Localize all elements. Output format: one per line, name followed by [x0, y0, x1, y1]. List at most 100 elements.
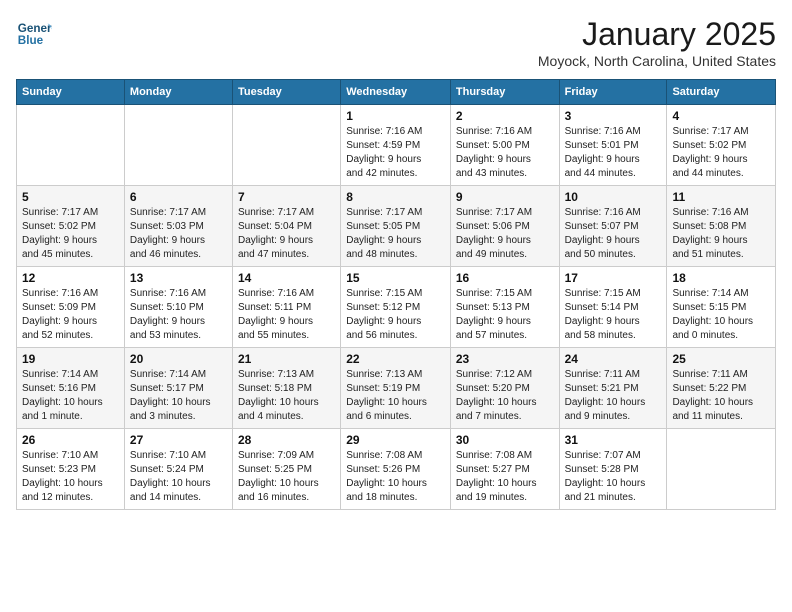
day-info: Sunrise: 7:13 AM Sunset: 5:18 PM Dayligh…: [238, 368, 335, 424]
day-info: Sunrise: 7:17 AM Sunset: 5:02 PM Dayligh…: [672, 125, 770, 181]
day-info: Sunrise: 7:10 AM Sunset: 5:23 PM Dayligh…: [22, 449, 119, 505]
day-number: 15: [346, 271, 445, 285]
day-info: Sunrise: 7:16 AM Sunset: 5:07 PM Dayligh…: [565, 206, 662, 262]
day-info: Sunrise: 7:09 AM Sunset: 5:25 PM Dayligh…: [238, 449, 335, 505]
calendar-cell: 11Sunrise: 7:16 AM Sunset: 5:08 PM Dayli…: [667, 186, 776, 267]
day-number: 14: [238, 271, 335, 285]
calendar-cell: 12Sunrise: 7:16 AM Sunset: 5:09 PM Dayli…: [17, 267, 125, 348]
svg-text:Blue: Blue: [18, 34, 44, 47]
day-info: Sunrise: 7:17 AM Sunset: 5:03 PM Dayligh…: [130, 206, 227, 262]
logo-icon: General Blue: [16, 16, 52, 52]
day-info: Sunrise: 7:17 AM Sunset: 5:04 PM Dayligh…: [238, 206, 335, 262]
day-header-saturday: Saturday: [667, 80, 776, 105]
day-info: Sunrise: 7:10 AM Sunset: 5:24 PM Dayligh…: [130, 449, 227, 505]
day-info: Sunrise: 7:16 AM Sunset: 4:59 PM Dayligh…: [346, 125, 445, 181]
day-number: 3: [565, 109, 662, 123]
day-number: 13: [130, 271, 227, 285]
day-info: Sunrise: 7:16 AM Sunset: 5:09 PM Dayligh…: [22, 287, 119, 343]
day-number: 22: [346, 352, 445, 366]
calendar-cell: [667, 429, 776, 510]
calendar-week-3: 12Sunrise: 7:16 AM Sunset: 5:09 PM Dayli…: [17, 267, 776, 348]
day-number: 30: [456, 433, 554, 447]
day-header-tuesday: Tuesday: [232, 80, 340, 105]
day-number: 4: [672, 109, 770, 123]
day-info: Sunrise: 7:16 AM Sunset: 5:00 PM Dayligh…: [456, 125, 554, 181]
calendar-cell: 29 Sunrise: 7:08 AM Sunset: 5:26 PM Dayli…: [341, 429, 451, 510]
day-number: 1: [346, 109, 445, 123]
calendar-cell: 20 Sunrise: 7:14 AM Sunset: 5:17 PM Dayli…: [124, 348, 232, 429]
calendar-cell: [124, 105, 232, 186]
title-block: January 2025 Moyock, North Carolina, Uni…: [538, 16, 776, 69]
day-number: 5: [22, 190, 119, 204]
calendar-cell: 16 Sunrise: 7:15 AM Sunset: 5:13 PM Dayli…: [450, 267, 559, 348]
day-info: Sunrise: 7:16 AM Sunset: 5:11 PM Dayligh…: [238, 287, 335, 343]
calendar-cell: 9 Sunrise: 7:17 AM Sunset: 5:06 PM Daylig…: [450, 186, 559, 267]
calendar-cell: 24 Sunrise: 7:11 AM Sunset: 5:21 PM Dayli…: [559, 348, 667, 429]
calendar-cell: 14 Sunrise: 7:16 AM Sunset: 5:11 PM Dayli…: [232, 267, 340, 348]
calendar-cell: 23 Sunrise: 7:12 AM Sunset: 5:20 PM Dayli…: [450, 348, 559, 429]
day-number: 9: [456, 190, 554, 204]
day-number: 2: [456, 109, 554, 123]
day-number: 23: [456, 352, 554, 366]
day-number: 27: [130, 433, 227, 447]
page-header: General Blue January 2025 Moyock, North …: [16, 16, 776, 69]
day-info: Sunrise: 7:12 AM Sunset: 5:20 PM Dayligh…: [456, 368, 554, 424]
calendar-cell: 28Sunrise: 7:09 AM Sunset: 5:25 PM Dayli…: [232, 429, 340, 510]
calendar-cell: 21Sunrise: 7:13 AM Sunset: 5:18 PM Dayli…: [232, 348, 340, 429]
day-number: 16: [456, 271, 554, 285]
day-header-friday: Friday: [559, 80, 667, 105]
day-info: Sunrise: 7:15 AM Sunset: 5:13 PM Dayligh…: [456, 287, 554, 343]
day-number: 18: [672, 271, 770, 285]
day-number: 24: [565, 352, 662, 366]
calendar-cell: 2 Sunrise: 7:16 AM Sunset: 5:00 PM Daylig…: [450, 105, 559, 186]
calendar-cell: 25 Sunrise: 7:11 AM Sunset: 5:22 PM Dayli…: [667, 348, 776, 429]
day-header-thursday: Thursday: [450, 80, 559, 105]
calendar-week-4: 19 Sunrise: 7:14 AM Sunset: 5:16 PM Dayli…: [17, 348, 776, 429]
day-header-monday: Monday: [124, 80, 232, 105]
day-number: 29: [346, 433, 445, 447]
day-info: Sunrise: 7:17 AM Sunset: 5:06 PM Dayligh…: [456, 206, 554, 262]
calendar-subtitle: Moyock, North Carolina, United States: [538, 53, 776, 69]
day-info: Sunrise: 7:16 AM Sunset: 5:08 PM Dayligh…: [672, 206, 770, 262]
day-number: 8: [346, 190, 445, 204]
day-info: Sunrise: 7:13 AM Sunset: 5:19 PM Dayligh…: [346, 368, 445, 424]
calendar-cell: [17, 105, 125, 186]
calendar-cell: 19 Sunrise: 7:14 AM Sunset: 5:16 PM Dayli…: [17, 348, 125, 429]
calendar-cell: 13 Sunrise: 7:16 AM Sunset: 5:10 PM Dayli…: [124, 267, 232, 348]
day-number: 25: [672, 352, 770, 366]
calendar-cell: [232, 105, 340, 186]
day-number: 17: [565, 271, 662, 285]
calendar-cell: 5 Sunrise: 7:17 AM Sunset: 5:02 PM Daylig…: [17, 186, 125, 267]
day-info: Sunrise: 7:17 AM Sunset: 5:02 PM Dayligh…: [22, 206, 119, 262]
calendar-cell: 30 Sunrise: 7:08 AM Sunset: 5:27 PM Dayli…: [450, 429, 559, 510]
calendar-cell: 8 Sunrise: 7:17 AM Sunset: 5:05 PM Daylig…: [341, 186, 451, 267]
day-number: 19: [22, 352, 119, 366]
day-info: Sunrise: 7:14 AM Sunset: 5:17 PM Dayligh…: [130, 368, 227, 424]
day-number: 10: [565, 190, 662, 204]
day-info: Sunrise: 7:14 AM Sunset: 5:15 PM Dayligh…: [672, 287, 770, 343]
day-info: Sunrise: 7:16 AM Sunset: 5:10 PM Dayligh…: [130, 287, 227, 343]
day-number: 20: [130, 352, 227, 366]
day-number: 7: [238, 190, 335, 204]
day-header-sunday: Sunday: [17, 80, 125, 105]
calendar-cell: 6Sunrise: 7:17 AM Sunset: 5:03 PM Daylig…: [124, 186, 232, 267]
day-info: Sunrise: 7:15 AM Sunset: 5:12 PM Dayligh…: [346, 287, 445, 343]
day-number: 31: [565, 433, 662, 447]
calendar-cell: 3Sunrise: 7:16 AM Sunset: 5:01 PM Daylig…: [559, 105, 667, 186]
calendar-cell: 15 Sunrise: 7:15 AM Sunset: 5:12 PM Dayli…: [341, 267, 451, 348]
day-header-wednesday: Wednesday: [341, 80, 451, 105]
calendar-cell: 27 Sunrise: 7:10 AM Sunset: 5:24 PM Dayli…: [124, 429, 232, 510]
day-info: Sunrise: 7:17 AM Sunset: 5:05 PM Dayligh…: [346, 206, 445, 262]
calendar-cell: 4 Sunrise: 7:17 AM Sunset: 5:02 PM Daylig…: [667, 105, 776, 186]
calendar-week-2: 5 Sunrise: 7:17 AM Sunset: 5:02 PM Daylig…: [17, 186, 776, 267]
day-info: Sunrise: 7:08 AM Sunset: 5:26 PM Dayligh…: [346, 449, 445, 505]
day-info: Sunrise: 7:14 AM Sunset: 5:16 PM Dayligh…: [22, 368, 119, 424]
calendar-cell: 22 Sunrise: 7:13 AM Sunset: 5:19 PM Dayli…: [341, 348, 451, 429]
day-info: Sunrise: 7:11 AM Sunset: 5:22 PM Dayligh…: [672, 368, 770, 424]
day-info: Sunrise: 7:08 AM Sunset: 5:27 PM Dayligh…: [456, 449, 554, 505]
day-info: Sunrise: 7:11 AM Sunset: 5:21 PM Dayligh…: [565, 368, 662, 424]
day-number: 26: [22, 433, 119, 447]
calendar-cell: 31Sunrise: 7:07 AM Sunset: 5:28 PM Dayli…: [559, 429, 667, 510]
calendar-cell: 18 Sunrise: 7:14 AM Sunset: 5:15 PM Dayli…: [667, 267, 776, 348]
calendar-table: SundayMondayTuesdayWednesdayThursdayFrid…: [16, 79, 776, 510]
